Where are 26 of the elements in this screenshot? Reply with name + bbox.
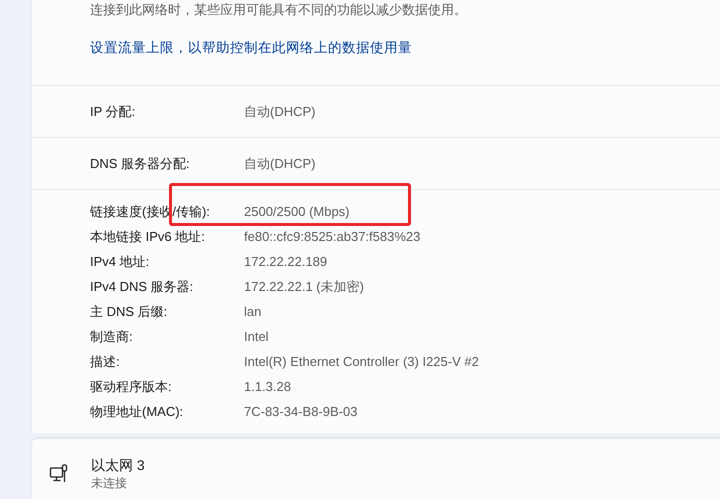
property-value: Intel xyxy=(244,329,269,344)
property-value: 2500/2500 (Mbps) xyxy=(244,204,350,219)
property-label: IPv4 地址: xyxy=(90,252,150,270)
setting-label: DNS 服务器分配: xyxy=(90,154,191,172)
metered-note: 连接到此网络时，某些应用可能具有不同的功能以减少数据使用。 xyxy=(90,1,467,18)
property-value: lan xyxy=(244,304,262,319)
property-value: 172.22.22.189 xyxy=(244,254,328,269)
data-limit-link[interactable]: 设置流量上限，以帮助控制在此网络上的数据使用量 xyxy=(90,39,412,57)
property-value: 172.22.22.1 (未加密) xyxy=(244,278,364,296)
adapter-status: 未连接 xyxy=(91,474,128,492)
property-value: 7C-83-34-B8-9B-03 xyxy=(244,404,358,419)
property-value: Intel(R) Ethernet Controller (3) I225-V #2 xyxy=(244,354,479,369)
setting-value: 自动(DHCP) xyxy=(244,102,316,120)
property-value: 1.1.3.28 xyxy=(244,379,291,394)
property-label: 本地链接 IPv6 地址: xyxy=(90,228,206,246)
property-label: 物理地址(MAC): xyxy=(90,402,184,420)
property-label: 描述: xyxy=(90,352,121,370)
adapter-name: 以太网 3 xyxy=(91,456,145,474)
property-label: 制造商: xyxy=(90,328,134,346)
property-label: 主 DNS 后缀: xyxy=(90,302,168,320)
property-value: fe80::cfc9:8525:ab37:f583%23 xyxy=(244,229,420,244)
ethernet-monitor-icon xyxy=(49,464,69,484)
property-label: 驱动程序版本: xyxy=(90,378,173,396)
setting-label: IP 分配: xyxy=(90,102,136,120)
setting-value: 自动(DHCP) xyxy=(244,154,316,172)
property-label: IPv4 DNS 服务器: xyxy=(90,278,194,296)
